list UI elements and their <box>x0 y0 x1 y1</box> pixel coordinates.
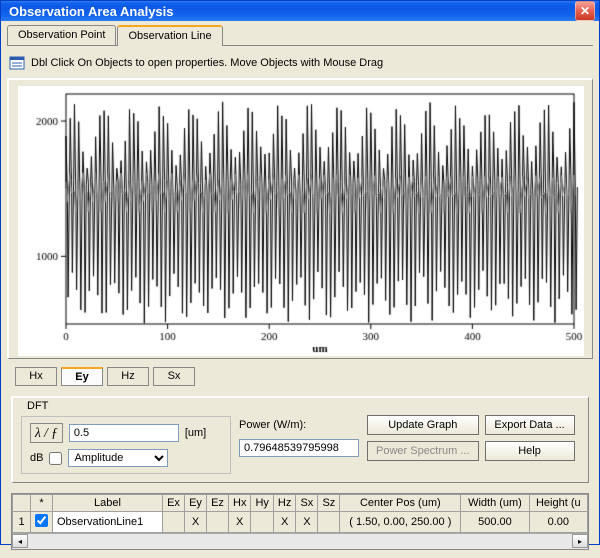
table-header-row: * Label Ex Ey Ez Hx Hy Hz Sx Sz Center P… <box>13 495 588 512</box>
col-sz[interactable]: Sz <box>318 495 340 512</box>
col-ey[interactable]: Ey <box>185 495 207 512</box>
cell-height[interactable]: 0.00 <box>529 512 587 533</box>
properties-icon <box>9 56 25 70</box>
tab-observation-point[interactable]: Observation Point <box>7 25 116 45</box>
cell-idx: 1 <box>13 512 31 533</box>
power-value <box>239 439 359 457</box>
scroll-left-button[interactable]: ◂ <box>12 534 28 548</box>
col-width[interactable]: Width (um) <box>461 495 529 512</box>
field-tab-ey[interactable]: Ey <box>61 367 103 386</box>
tab-label: Observation Point <box>18 29 105 41</box>
col-sx[interactable]: Sx <box>296 495 318 512</box>
field-tab-sx[interactable]: Sx <box>153 367 195 386</box>
cell-ey[interactable]: X <box>185 512 207 533</box>
window-title: Observation Area Analysis <box>9 4 575 19</box>
power-block: Power (W/m): <box>239 419 359 457</box>
col-hx[interactable]: Hx <box>229 495 251 512</box>
title-bar: Observation Area Analysis ✕ <box>1 1 599 21</box>
dft-controls: λ / ƒ [um] dB Amplitude <box>21 416 231 474</box>
field-tab-hx[interactable]: Hx <box>15 367 57 386</box>
cell-sz[interactable] <box>318 512 340 533</box>
close-button[interactable]: ✕ <box>575 1 595 21</box>
lambda-freq-toggle-button[interactable]: λ / ƒ <box>30 423 63 443</box>
col-label[interactable]: Label <box>53 495 163 512</box>
table-h-scrollbar[interactable]: ◂ ▸ <box>12 533 588 549</box>
observation-area-window: Observation Area Analysis ✕ Observation … <box>0 0 600 545</box>
cell-sx[interactable]: X <box>296 512 318 533</box>
col-ex[interactable]: Ex <box>163 495 185 512</box>
table-row[interactable]: 1 ObservationLine1 X X X X ( 1.50, 0.00,… <box>13 512 588 533</box>
cell-ez[interactable] <box>207 512 229 533</box>
observation-table: * Label Ex Ey Ez Hx Hy Hz Sx Sz Center P… <box>11 493 589 550</box>
db-label: dB <box>30 452 43 464</box>
db-checkbox[interactable] <box>49 452 62 465</box>
cell-ex[interactable] <box>163 512 185 533</box>
update-graph-button[interactable]: Update Graph <box>367 415 479 435</box>
col-ez[interactable]: Ez <box>207 495 229 512</box>
plot-canvas[interactable] <box>18 86 584 356</box>
col-enable[interactable]: * <box>31 495 53 512</box>
cell-hx[interactable]: X <box>229 512 251 533</box>
cell-hy[interactable] <box>251 512 273 533</box>
col-hz[interactable]: Hz <box>273 495 295 512</box>
content-area: Observation Point Observation Line Dbl C… <box>1 21 599 558</box>
close-icon: ✕ <box>580 4 590 18</box>
cell-enable[interactable] <box>31 512 53 533</box>
main-tabs: Observation Point Observation Line <box>7 25 593 46</box>
power-label: Power (W/m): <box>239 419 359 431</box>
cell-hz[interactable]: X <box>273 512 295 533</box>
power-spectrum-button[interactable]: Power Spectrum ... <box>367 441 479 461</box>
field-component-tabs: Hx Ey Hz Sx <box>15 367 585 386</box>
help-button[interactable]: Help <box>485 441 575 461</box>
dft-group-label: DFT <box>27 400 231 412</box>
tab-label: Observation Line <box>128 30 211 42</box>
dft-unit-label: [um] <box>185 427 206 439</box>
row-enable-checkbox[interactable] <box>35 514 48 527</box>
col-center[interactable]: Center Pos (um) <box>340 495 461 512</box>
tab-observation-line[interactable]: Observation Line <box>117 25 222 46</box>
hint-row: Dbl Click On Objects to open properties.… <box>7 52 593 74</box>
cell-width[interactable]: 500.00 <box>461 512 529 533</box>
col-height[interactable]: Height (u <box>529 495 587 512</box>
hint-text: Dbl Click On Objects to open properties.… <box>31 57 383 69</box>
action-buttons: Update Graph Export Data ... Power Spect… <box>367 415 575 461</box>
cell-label[interactable]: ObservationLine1 <box>53 512 163 533</box>
cell-center[interactable]: ( 1.50, 0.00, 250.00 ) <box>340 512 461 533</box>
dft-value-input[interactable] <box>69 424 179 442</box>
col-hy[interactable]: Hy <box>251 495 273 512</box>
field-tab-hz[interactable]: Hz <box>107 367 149 386</box>
mode-select[interactable]: Amplitude <box>68 449 168 467</box>
export-data-button[interactable]: Export Data ... <box>485 415 575 435</box>
dft-power-panel: DFT λ / ƒ [um] dB Amplitude <box>11 396 589 483</box>
scroll-right-button[interactable]: ▸ <box>572 534 588 548</box>
col-idx[interactable] <box>13 495 31 512</box>
plot-panel <box>7 78 593 359</box>
